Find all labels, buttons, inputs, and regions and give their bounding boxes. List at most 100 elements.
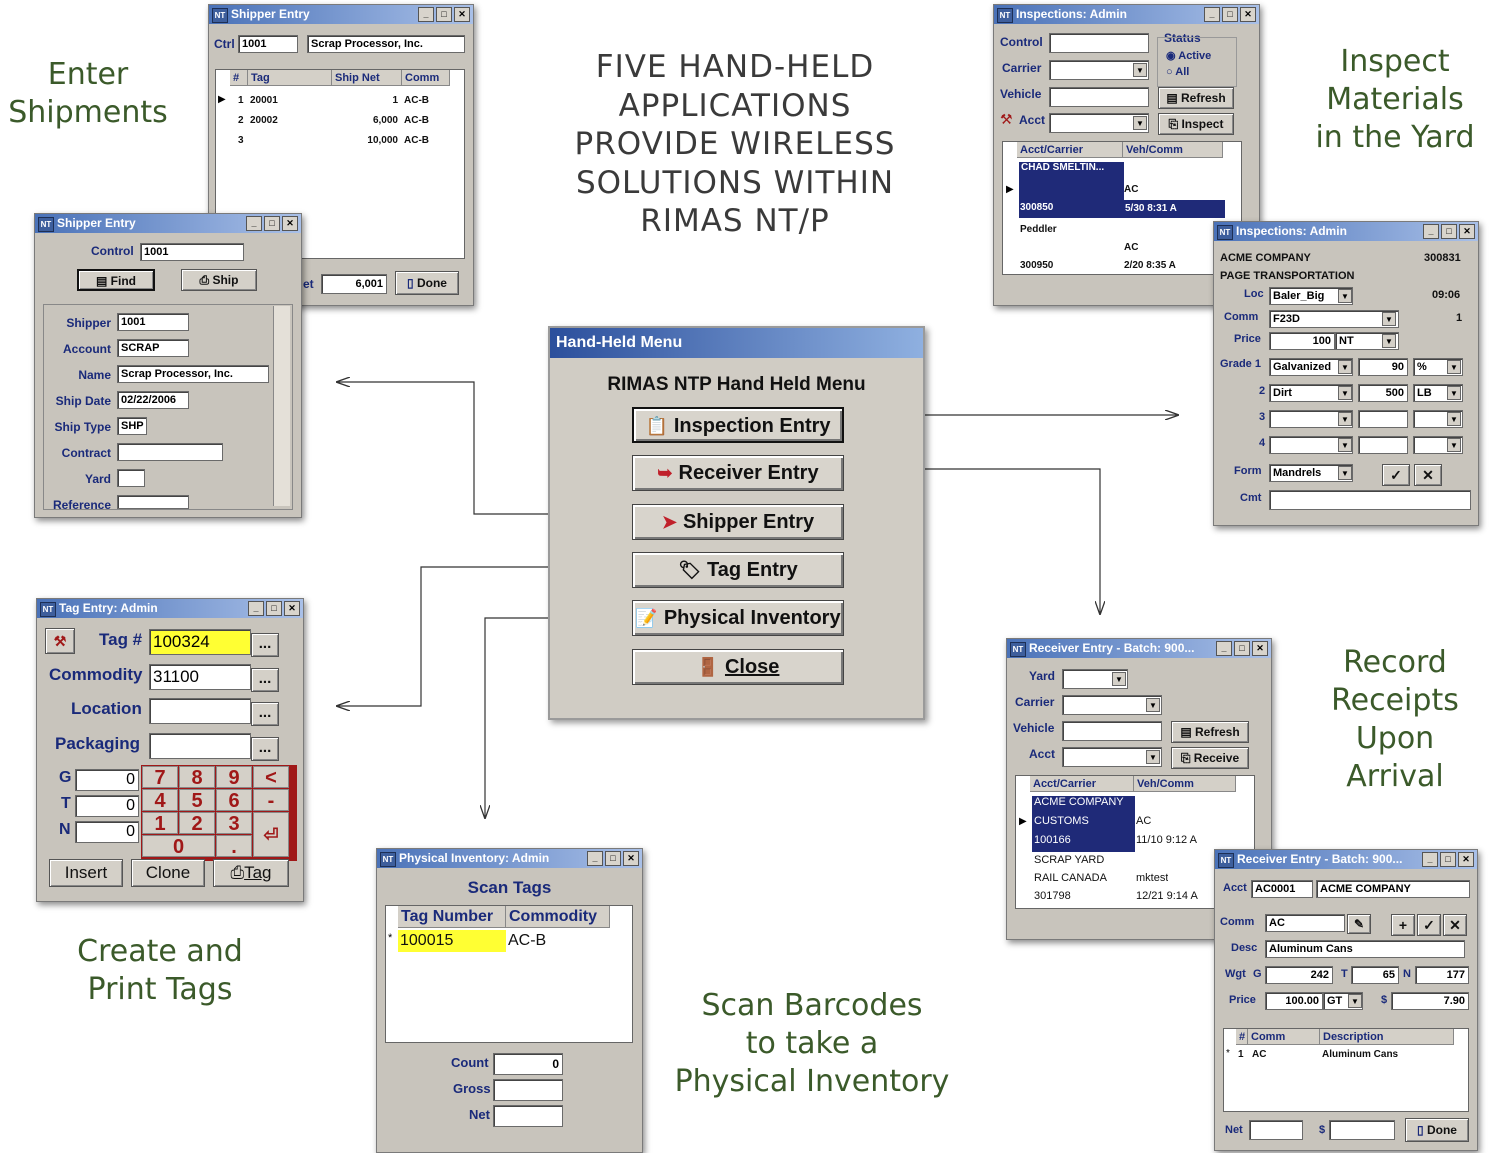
- find-button[interactable]: ▤ Find: [77, 269, 155, 291]
- done-button[interactable]: ▯ Done: [1405, 1118, 1469, 1142]
- chevron-down-icon[interactable]: ▼: [1447, 412, 1461, 426]
- key-3[interactable]: 3: [216, 812, 252, 835]
- minimize-icon[interactable]: _: [1204, 7, 1220, 22]
- chevron-down-icon[interactable]: ▼: [1146, 698, 1160, 712]
- inspections-grid[interactable]: Acct/Carrier Veh/Comm CHAD SMELTIN... ▶ …: [1002, 141, 1242, 275]
- scrollbar[interactable]: [273, 306, 290, 506]
- close-icon[interactable]: ✕: [454, 7, 470, 22]
- close-icon[interactable]: ✕: [623, 851, 639, 866]
- minimize-icon[interactable]: _: [248, 601, 264, 616]
- n-field[interactable]: 0: [75, 821, 139, 843]
- control-field[interactable]: 1001: [140, 243, 244, 261]
- comment-field[interactable]: [1269, 490, 1471, 510]
- acct-name-field[interactable]: ACME COMPANY: [1316, 880, 1470, 898]
- gross-weight-field[interactable]: 242: [1265, 966, 1333, 984]
- contract-field[interactable]: [117, 443, 223, 461]
- shipper-entry-button[interactable]: ➤ Shipper Entry: [632, 504, 844, 540]
- chevron-down-icon[interactable]: ▼: [1447, 360, 1461, 374]
- tare-weight-field[interactable]: 65: [1351, 966, 1399, 984]
- grade-4-value[interactable]: [1358, 436, 1408, 454]
- key-1[interactable]: 1: [142, 812, 178, 835]
- close-icon[interactable]: ✕: [1240, 7, 1256, 22]
- amount-field[interactable]: 7.90: [1391, 992, 1469, 1010]
- packaging-ellipsis-button[interactable]: ...: [251, 737, 279, 761]
- add-button[interactable]: +: [1391, 914, 1415, 936]
- close-icon[interactable]: ✕: [284, 601, 300, 616]
- inspect-button[interactable]: ⎘ Inspect: [1158, 113, 1234, 135]
- chevron-down-icon[interactable]: ▼: [1133, 63, 1147, 77]
- minimize-icon[interactable]: _: [1422, 852, 1438, 867]
- print-tag-button[interactable]: ⎙Tag: [213, 859, 289, 887]
- key-0[interactable]: 0: [142, 835, 215, 858]
- maximize-icon[interactable]: □: [605, 851, 621, 866]
- key-7[interactable]: 7: [142, 766, 178, 789]
- reference-field[interactable]: [117, 495, 189, 509]
- maximize-icon[interactable]: □: [1441, 224, 1457, 239]
- maximize-icon[interactable]: □: [264, 216, 280, 231]
- packaging-field[interactable]: [149, 733, 251, 759]
- cancel-button[interactable]: ✕: [1443, 914, 1467, 936]
- inspection-entry-button[interactable]: 📋 Inspection Entry: [632, 407, 844, 443]
- chevron-down-icon[interactable]: ▼: [1338, 438, 1352, 452]
- lines-grid[interactable]: # Comm Description * 1 AC Aluminum Cans: [1223, 1028, 1469, 1112]
- chevron-down-icon[interactable]: ▼: [1338, 386, 1352, 400]
- tag-lookup-button[interactable]: ⚒: [45, 628, 75, 654]
- minimize-icon[interactable]: _: [1216, 641, 1232, 656]
- location-field[interactable]: [149, 698, 251, 724]
- maximize-icon[interactable]: □: [266, 601, 282, 616]
- tag-number-field[interactable]: 100324: [149, 629, 251, 655]
- refresh-button[interactable]: ▤ Refresh: [1171, 721, 1249, 743]
- name-field[interactable]: Scrap Processor, Inc.: [117, 365, 269, 383]
- close-icon[interactable]: ✕: [1459, 224, 1475, 239]
- g-field[interactable]: 0: [75, 769, 139, 791]
- gross-field[interactable]: [493, 1079, 563, 1101]
- location-ellipsis-button[interactable]: ...: [251, 702, 279, 726]
- chevron-down-icon[interactable]: ▼: [1338, 412, 1352, 426]
- comm-field[interactable]: AC: [1265, 914, 1345, 932]
- chevron-down-icon[interactable]: ▼: [1382, 312, 1396, 326]
- key-dot[interactable]: .: [216, 835, 252, 858]
- close-icon[interactable]: ✕: [1252, 641, 1268, 656]
- minimize-icon[interactable]: _: [1423, 224, 1439, 239]
- price-field[interactable]: 100.00: [1265, 992, 1323, 1010]
- enter-key-icon[interactable]: ⏎: [253, 812, 289, 857]
- done-button[interactable]: ▯ Done: [395, 271, 459, 295]
- comm-field[interactable]: F23D: [1269, 310, 1399, 328]
- maximize-icon[interactable]: □: [1234, 641, 1250, 656]
- close-icon[interactable]: ✕: [282, 216, 298, 231]
- vehicle-field[interactable]: [1049, 87, 1149, 107]
- chevron-down-icon[interactable]: ▼: [1338, 466, 1352, 480]
- count-field[interactable]: 0: [493, 1053, 563, 1075]
- chevron-down-icon[interactable]: ▼: [1146, 750, 1160, 764]
- chevron-down-icon[interactable]: ▼: [1133, 116, 1147, 130]
- maximize-icon[interactable]: □: [1222, 7, 1238, 22]
- net-field[interactable]: 6,001: [321, 274, 387, 294]
- check-button[interactable]: ✓: [1417, 914, 1441, 936]
- receiver-entry-button[interactable]: ➥ Receiver Entry: [632, 455, 844, 491]
- grade-3-value[interactable]: [1358, 410, 1408, 428]
- physical-inventory-button[interactable]: 📝 Physical Inventory: [632, 600, 844, 636]
- maximize-icon[interactable]: □: [436, 7, 452, 22]
- minimize-icon[interactable]: _: [587, 851, 603, 866]
- ship-type-field[interactable]: SHP: [117, 417, 147, 435]
- key-5[interactable]: 5: [179, 789, 215, 812]
- key-9[interactable]: 9: [216, 766, 252, 789]
- net-field[interactable]: [493, 1105, 563, 1127]
- price-field[interactable]: 100: [1269, 332, 1335, 350]
- acct-field[interactable]: AC0001: [1251, 880, 1313, 898]
- desc-field[interactable]: Aluminum Cans: [1265, 940, 1465, 958]
- yard-field[interactable]: [117, 469, 145, 487]
- grade-1-value[interactable]: 90: [1358, 358, 1408, 376]
- receive-button[interactable]: ⎘ Receive: [1171, 747, 1249, 769]
- t-field[interactable]: 0: [75, 795, 139, 817]
- active-radio[interactable]: ◉ Active: [1166, 49, 1211, 62]
- chevron-down-icon[interactable]: ▼: [1447, 438, 1461, 452]
- close-icon[interactable]: ✕: [1458, 852, 1474, 867]
- tag-ellipsis-button[interactable]: ...: [251, 633, 279, 657]
- key-backspace[interactable]: <: [253, 766, 289, 789]
- key-4[interactable]: 4: [142, 789, 178, 812]
- commodity-ellipsis-button[interactable]: ...: [251, 668, 279, 692]
- key-minus[interactable]: -: [253, 789, 289, 812]
- chevron-down-icon[interactable]: ▼: [1338, 289, 1352, 303]
- tag-entry-button[interactable]: 🏷 Tag Entry: [632, 552, 844, 588]
